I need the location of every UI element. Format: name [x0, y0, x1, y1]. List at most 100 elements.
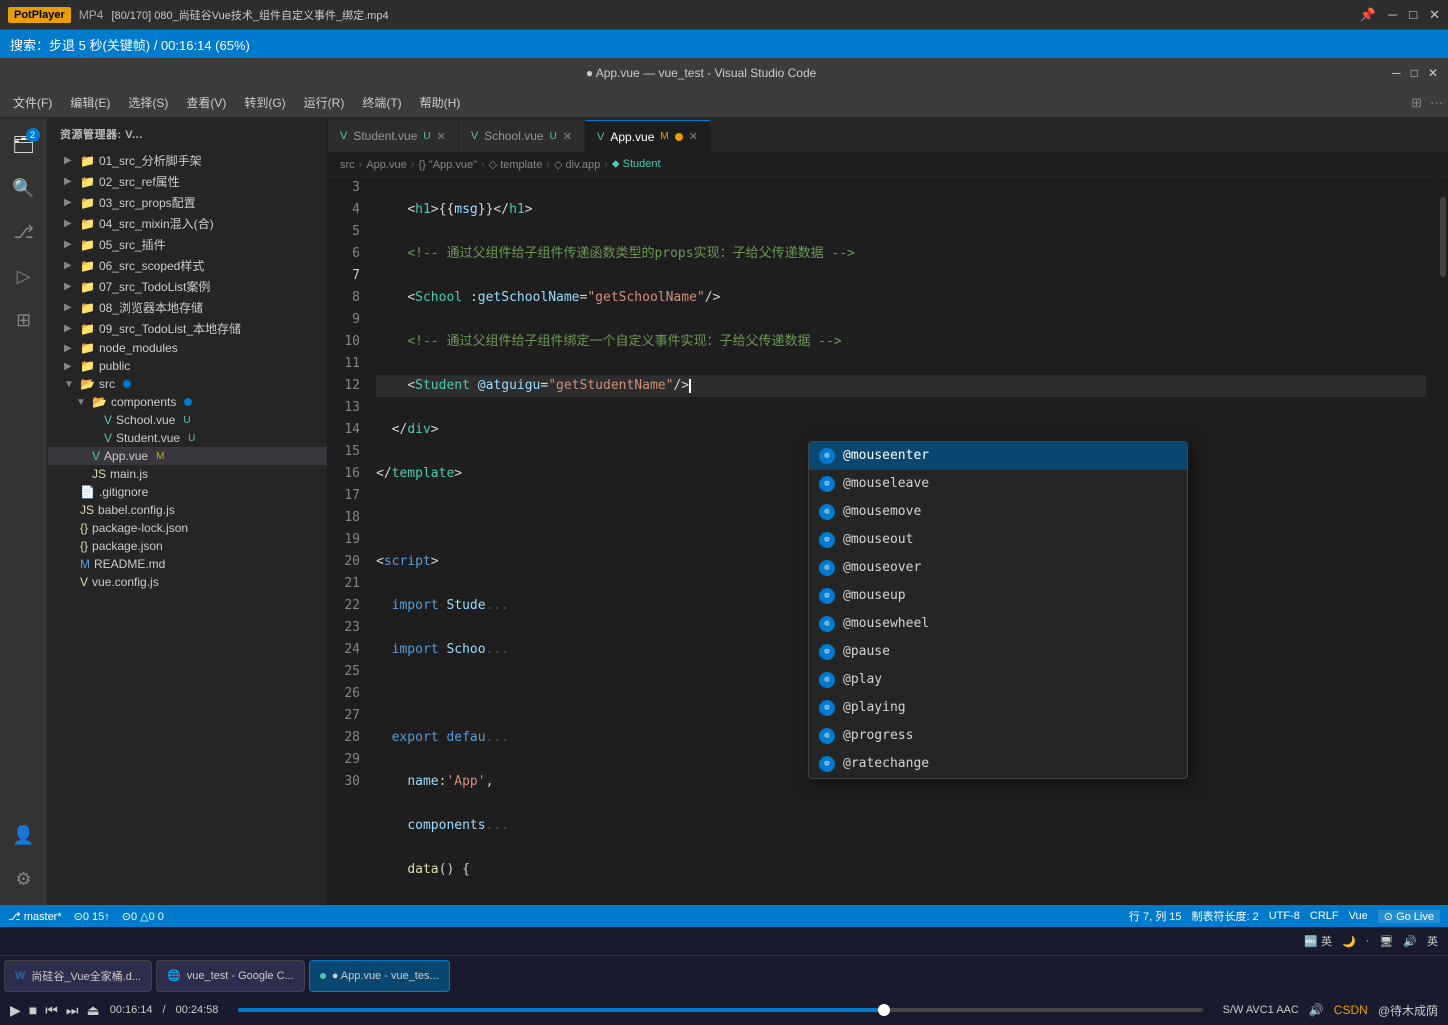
- status-go-live[interactable]: ⊙ Go Live: [1378, 910, 1440, 923]
- vscode-close[interactable]: ✕: [1428, 66, 1438, 80]
- breadcrumb-src[interactable]: src: [340, 159, 355, 171]
- media-progress-thumb[interactable]: [878, 1004, 890, 1016]
- ac-item-mouseleave[interactable]: ⊙ @mouseleave: [809, 470, 1187, 498]
- tree-item-app-vue[interactable]: ▶ V App.vue M: [48, 447, 327, 465]
- potplayer-logo[interactable]: PotPlayer: [8, 7, 71, 23]
- potplayer-maximize[interactable]: □: [1409, 7, 1417, 23]
- breadcrumb-app-vue[interactable]: App.vue: [366, 159, 406, 171]
- tab-close-icon[interactable]: ✕: [437, 130, 446, 143]
- tree-item-05[interactable]: ▶ 📁 05_src_插件: [48, 234, 327, 255]
- taskbar-chrome[interactable]: 🌐 vue_test - Google C...: [156, 960, 305, 992]
- tray-display[interactable]: 🖥: [1379, 935, 1393, 948]
- tree-item-09[interactable]: ▶ 📁 09_src_TodoList_本地存储: [48, 318, 327, 339]
- menu-run[interactable]: 运行(R): [296, 90, 353, 115]
- menu-selection[interactable]: 选择(S): [120, 90, 176, 115]
- more-actions-icon[interactable]: ···: [1430, 95, 1443, 111]
- menu-view[interactable]: 查看(V): [178, 90, 234, 115]
- activity-run[interactable]: ▷: [6, 258, 42, 294]
- tab-app-vue[interactable]: V App.vue M ✕: [585, 120, 711, 152]
- ac-item-progress[interactable]: ⊙ @progress: [809, 722, 1187, 750]
- tree-item-06[interactable]: ▶ 📁 06_src_scoped样式: [48, 255, 327, 276]
- status-sync[interactable]: ⊙0 15↑: [74, 910, 110, 923]
- breadcrumb-app-vue-file[interactable]: {} "App.vue": [418, 159, 477, 171]
- tab-close-icon[interactable]: ✕: [689, 130, 698, 143]
- tree-item-public[interactable]: ▶ 📁 public: [48, 357, 327, 375]
- tree-item-02[interactable]: ▶ 📁 02_src_ref属性: [48, 171, 327, 192]
- tray-night-mode[interactable]: 🌙: [1342, 935, 1356, 948]
- tree-item-gitignore[interactable]: ▶ 📄 .gitignore: [48, 483, 327, 501]
- status-tab-size[interactable]: 制表符长度: 2: [1191, 908, 1258, 924]
- autocomplete-dropdown[interactable]: ⊙ @mouseenter ⊙ @mouseleave ⊙ @mousemove…: [808, 441, 1188, 779]
- activity-explorer[interactable]: 🗂 2: [6, 126, 42, 162]
- tray-input-method[interactable]: 🔤 英: [1304, 933, 1332, 949]
- breadcrumb-div-app[interactable]: ◇ div.app: [554, 158, 600, 171]
- ac-item-pause[interactable]: ⊙ @pause: [809, 638, 1187, 666]
- ac-item-mouseup[interactable]: ⊙ @mouseup: [809, 582, 1187, 610]
- status-errors[interactable]: ⊙0 △0 0: [122, 910, 164, 923]
- vscode-minimize[interactable]: ─: [1392, 66, 1401, 80]
- tree-item-07[interactable]: ▶ 📁 07_src_TodoList案例: [48, 276, 327, 297]
- potplayer-minimize[interactable]: ─: [1388, 7, 1397, 23]
- status-line-col[interactable]: 行 7, 列 15: [1129, 908, 1182, 924]
- potplayer-pin[interactable]: 📌: [1360, 7, 1376, 23]
- tree-item-08[interactable]: ▶ 📁 08_浏览器本地存储: [48, 297, 327, 318]
- tree-item-pkg-lock[interactable]: ▶ {} package-lock.json: [48, 519, 327, 537]
- tree-item-student-vue[interactable]: ▶ V Student.vue U: [48, 429, 327, 447]
- menu-goto[interactable]: 转到(G): [236, 90, 293, 115]
- activity-search[interactable]: 🔍: [6, 170, 42, 206]
- vscode-maximize[interactable]: □: [1411, 66, 1418, 80]
- ac-item-ratechange[interactable]: ⊙ @ratechange: [809, 750, 1187, 778]
- menu-terminal[interactable]: 终端(T): [354, 90, 409, 115]
- tree-item-pkg[interactable]: ▶ {} package.json: [48, 537, 327, 555]
- media-next-btn[interactable]: ⏭: [66, 1002, 79, 1019]
- breadcrumb-student[interactable]: ⬥ Student: [612, 158, 661, 171]
- activity-account[interactable]: 👤: [6, 817, 42, 853]
- activity-scm[interactable]: ⎇: [6, 214, 42, 250]
- status-language[interactable]: Vue: [1349, 910, 1368, 922]
- media-eject-btn[interactable]: ⏏: [86, 1002, 99, 1019]
- taskbar-word[interactable]: W 尚硅谷_Vue全家桶.d...: [4, 960, 152, 992]
- ac-item-mousewheel[interactable]: ⊙ @mousewheel: [809, 610, 1187, 638]
- potplayer-close[interactable]: ✕: [1429, 7, 1440, 23]
- menu-help[interactable]: 帮助(H): [412, 90, 469, 115]
- media-stop-btn[interactable]: ■: [29, 1002, 37, 1018]
- status-encoding[interactable]: UTF-8: [1269, 910, 1300, 922]
- status-branch[interactable]: ⎇ master*: [8, 910, 62, 923]
- tray-lang[interactable]: 英: [1427, 933, 1438, 949]
- media-progress-bar[interactable]: [238, 1008, 1202, 1012]
- scrollbar-thumb[interactable]: [1440, 197, 1446, 277]
- breadcrumb-template[interactable]: ◇ template: [489, 158, 543, 171]
- tree-item-node-modules[interactable]: ▶ 📁 node_modules: [48, 339, 327, 357]
- tree-item-main-js[interactable]: ▶ JS main.js: [48, 465, 327, 483]
- tree-item-readme[interactable]: ▶ M README.md: [48, 555, 327, 573]
- tree-item-school-vue[interactable]: ▶ V School.vue U: [48, 411, 327, 429]
- taskbar-vscode[interactable]: ● App.vue - vue_tes...: [309, 960, 450, 992]
- ac-item-mouseover[interactable]: ⊙ @mouseover: [809, 554, 1187, 582]
- media-play-btn[interactable]: ▶: [10, 1002, 21, 1019]
- tree-item-components[interactable]: ▼ 📂 components: [48, 393, 327, 411]
- tab-student-vue[interactable]: V Student.vue U ✕: [328, 120, 459, 152]
- tree-item-01[interactable]: ▶ 📁 01_src_分析脚手架: [48, 150, 327, 171]
- tab-close-icon[interactable]: ✕: [563, 130, 572, 143]
- status-eol[interactable]: CRLF: [1310, 910, 1339, 922]
- tree-item-04[interactable]: ▶ 📁 04_src_mixin混入(合): [48, 213, 327, 234]
- media-prev-btn[interactable]: ⏮: [45, 1002, 58, 1019]
- tree-item-03[interactable]: ▶ 📁 03_src_props配置: [48, 192, 327, 213]
- activity-settings[interactable]: ⚙: [6, 861, 42, 897]
- ac-item-playing[interactable]: ⊙ @playing: [809, 694, 1187, 722]
- ac-item-mousemove[interactable]: ⊙ @mousemove: [809, 498, 1187, 526]
- menu-edit[interactable]: 编辑(E): [62, 90, 118, 115]
- ac-item-play[interactable]: ⊙ @play: [809, 666, 1187, 694]
- activity-extensions[interactable]: ⊞: [6, 302, 42, 338]
- editor-scrollbar[interactable]: [1434, 177, 1448, 905]
- split-editor-icon[interactable]: ⊞: [1411, 95, 1422, 111]
- tray-volume[interactable]: 🔊: [1403, 935, 1417, 948]
- tab-school-vue[interactable]: V School.vue U ✕: [459, 120, 585, 152]
- tree-item-vue-config[interactable]: ▶ V vue.config.js: [48, 573, 327, 591]
- tree-item-src[interactable]: ▼ 📂 src: [48, 375, 327, 393]
- menu-file[interactable]: 文件(F): [5, 90, 60, 115]
- ac-item-mouseenter[interactable]: ⊙ @mouseenter: [809, 442, 1187, 470]
- ac-item-mouseout[interactable]: ⊙ @mouseout: [809, 526, 1187, 554]
- media-volume-icon[interactable]: 🔊: [1309, 1003, 1324, 1017]
- tree-item-babel[interactable]: ▶ JS babel.config.js: [48, 501, 327, 519]
